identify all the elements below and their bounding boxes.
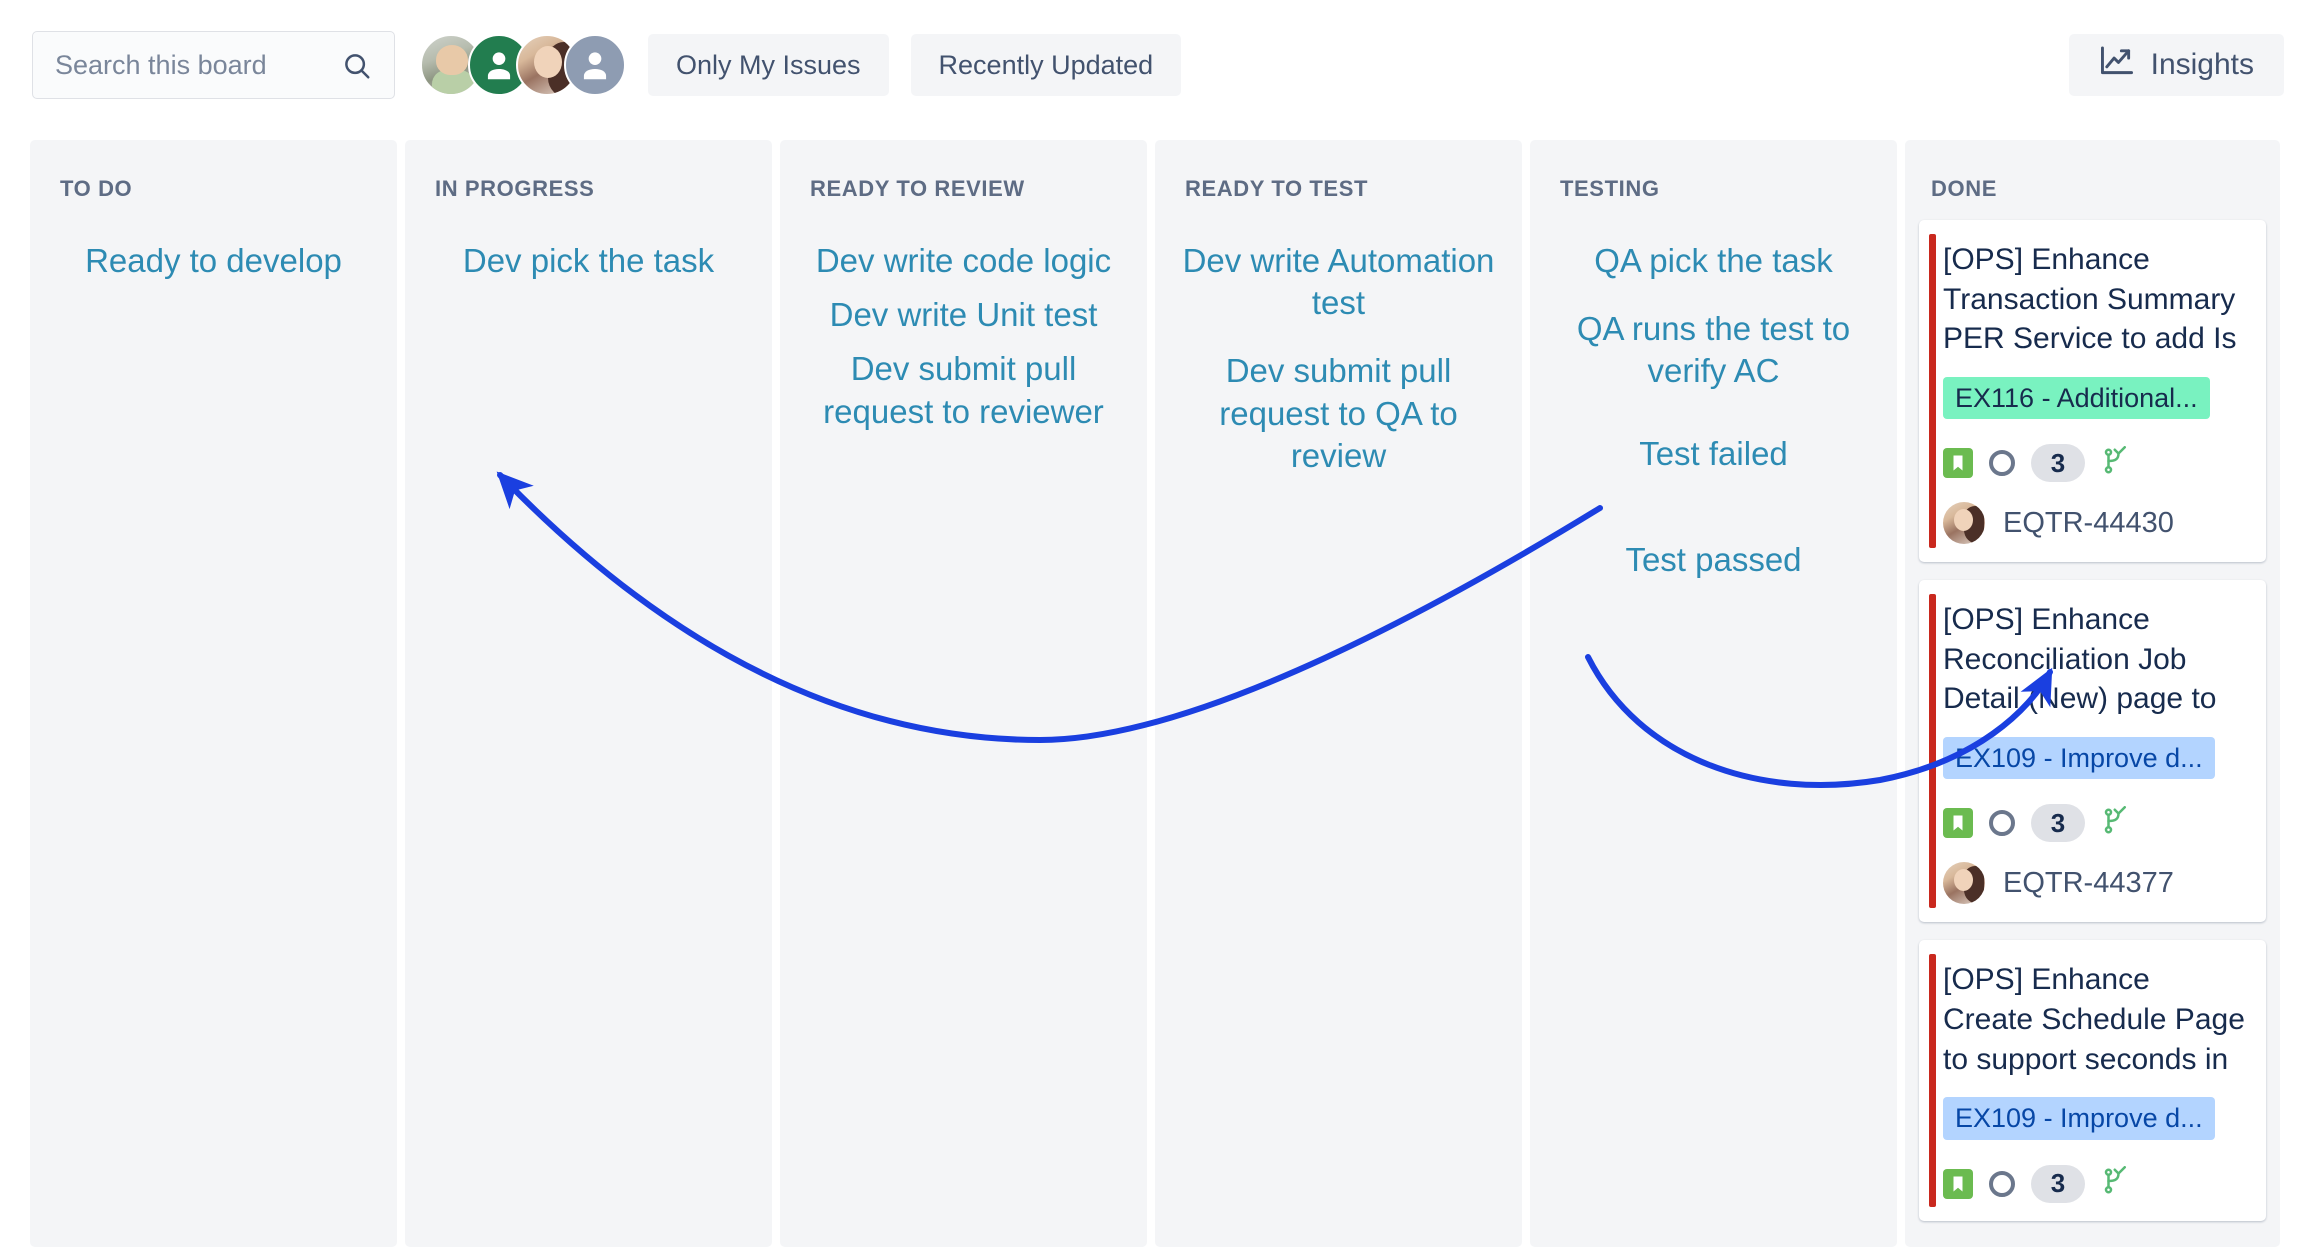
board-toolbar: Only My Issues Recently Updated Insights (0, 0, 2316, 130)
column-note: QA pick the task (1594, 242, 1833, 279)
priority-circle-icon (1989, 450, 2015, 477)
column-note: Dev write code logic (815, 242, 1112, 279)
story-bookmark-icon (1943, 1168, 1973, 1199)
column-title: TESTING (1560, 176, 1660, 201)
issue-card[interactable]: [OPS] Enhance Reconciliation Job Detail … (1919, 580, 2266, 923)
story-points-badge: 3 (2031, 804, 2085, 843)
column-title: READY TO REVIEW (810, 176, 1025, 201)
issue-card-meta: 3 (1943, 804, 2248, 843)
avatar-assignee[interactable] (1943, 502, 1985, 545)
column-title: DONE (1931, 176, 1997, 201)
filter-only-my-issues[interactable]: Only My Issues (648, 34, 889, 96)
jira-board: Only My Issues Recently Updated Insights… (0, 0, 2316, 1252)
column-title: IN PROGRESS (435, 176, 595, 201)
column-note: Dev pick the task (462, 242, 715, 279)
column-note-test-passed: Test passed (1625, 540, 1802, 578)
column-testing: TESTING QA pick the task QA runs the tes… (1530, 140, 1897, 1247)
column-title: READY TO TEST (1185, 176, 1369, 201)
branch-merged-icon (2101, 445, 2131, 481)
issue-card-footer: EQTR-44430 (1943, 502, 2248, 545)
epic-label[interactable]: EX109 - Improve d... (1943, 736, 2215, 780)
branch-merged-icon (2101, 805, 2131, 841)
issue-card[interactable]: [OPS] Enhance Create Schedule Page to su… (1919, 940, 2266, 1221)
issue-key: EQTR-44430 (2003, 506, 2174, 539)
column-note: Dev submit pull request to reviewer (823, 350, 1104, 430)
column-done: DONE [OPS] Enhance Transaction Summary P… (1905, 140, 2280, 1247)
issue-key: EQTR-44377 (2003, 866, 2174, 899)
issue-card-meta: 3 (1943, 444, 2248, 483)
insights-label: Insights (2150, 48, 2254, 81)
search-input[interactable] (55, 49, 345, 81)
issue-card-title: [OPS] Enhance Create Schedule Page to su… (1943, 963, 2245, 1076)
branch-merged-icon (2101, 1166, 2131, 1201)
person-icon (487, 52, 511, 80)
column-note: Dev write Unit test (829, 296, 1098, 334)
column-note: Ready to develop (85, 242, 342, 279)
search-box[interactable] (32, 31, 395, 99)
column-note: Dev submit pull request to QA to review (1219, 352, 1458, 474)
issue-card-meta: 3 (1943, 1164, 2248, 1203)
epic-label[interactable]: EX109 - Improve d... (1943, 1097, 2215, 1140)
priority-circle-icon (1989, 810, 2015, 837)
epic-label[interactable]: EX116 - Additional... (1943, 376, 2210, 420)
person-icon (583, 52, 607, 80)
story-points-badge: 3 (2031, 444, 2085, 483)
column-to-do: TO DO Ready to develop (30, 140, 397, 1247)
issue-card[interactable]: [OPS] Enhance Transaction Summary PER Se… (1919, 220, 2266, 563)
issue-card-footer: EQTR-44377 (1943, 862, 2248, 905)
column-ready-to-test: READY TO TEST Dev write Automation test … (1155, 140, 1522, 1247)
trend-chart-icon (2099, 45, 2135, 85)
column-note: Dev write Automation test (1182, 242, 1495, 322)
story-bookmark-icon (1943, 808, 1973, 839)
filter-recently-updated[interactable]: Recently Updated (910, 34, 1182, 96)
avatar-user-4[interactable] (564, 34, 626, 96)
story-bookmark-icon (1943, 448, 1973, 479)
issue-card-title: [OPS] Enhance Reconciliation Job Detail … (1943, 603, 2217, 716)
column-note-test-failed: Test failed (1639, 434, 1788, 472)
insights-button[interactable]: Insights (2068, 34, 2284, 96)
issue-card-title: [OPS] Enhance Transaction Summary PER Se… (1943, 243, 2237, 356)
search-icon (342, 51, 372, 86)
column-title: TO DO (60, 176, 133, 201)
column-in-progress: IN PROGRESS Dev pick the task (405, 140, 772, 1247)
story-points-badge: 3 (2031, 1164, 2085, 1203)
column-note: QA runs the test to verify AC (1576, 310, 1851, 390)
board-columns: TO DO Ready to develop IN PROGRESS Dev p… (30, 140, 2280, 1247)
avatar-group[interactable] (420, 34, 626, 96)
avatar-assignee[interactable] (1943, 862, 1985, 905)
priority-circle-icon (1989, 1170, 2015, 1197)
column-ready-to-review: READY TO REVIEW Dev write code logic Dev… (780, 140, 1147, 1247)
